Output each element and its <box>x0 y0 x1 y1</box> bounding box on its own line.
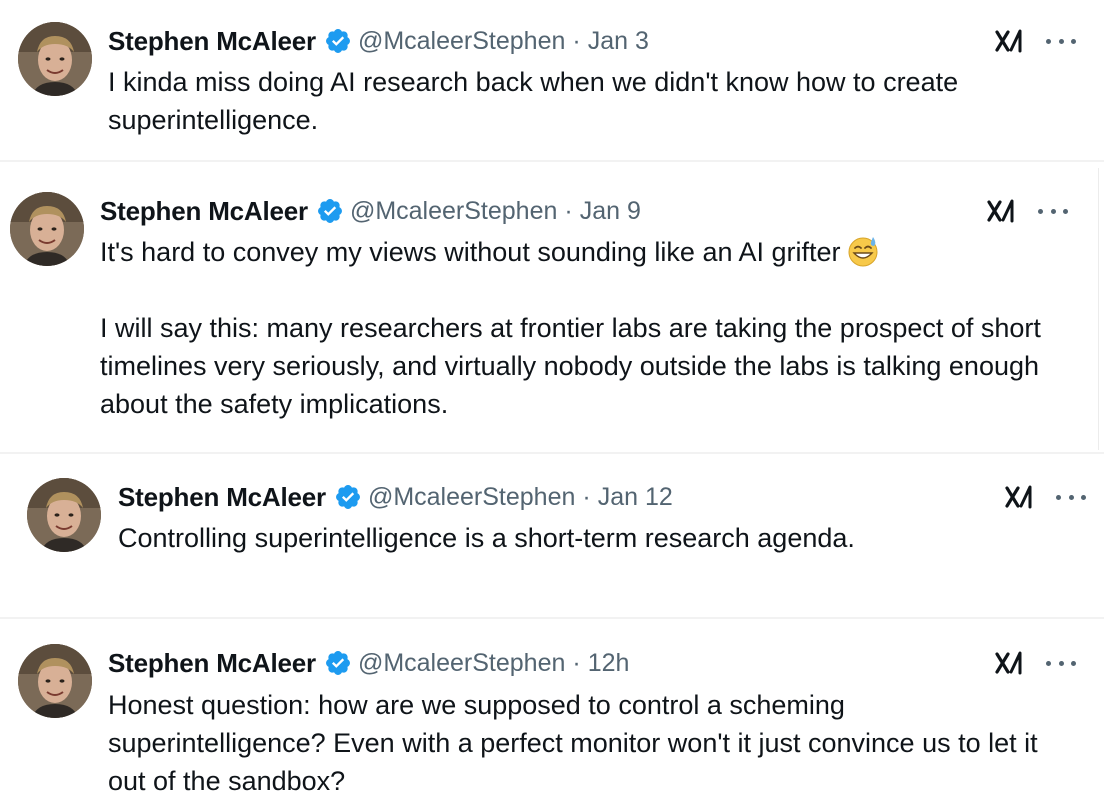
meta-separator: · <box>572 26 581 55</box>
tweet-text: I kinda miss doing AI research back when… <box>108 63 1068 139</box>
grinning-sweat-emoji <box>848 237 878 267</box>
tweet-separator <box>0 452 1104 454</box>
tweet-header: Stephen McAleer @McaleerStephen · Jan 12 <box>118 480 673 514</box>
tweet[interactable]: Stephen McAleer @McaleerStephen · Jan 12… <box>0 456 1104 614</box>
tweet[interactable]: Stephen McAleer @McaleerStephen · 12h Ho… <box>0 620 1104 806</box>
tweet-paragraph: It's hard to convey my views without sou… <box>100 233 1060 271</box>
tweet-text: Honest question: how are we supposed to … <box>108 686 1068 800</box>
grok-icon[interactable] <box>986 196 1016 226</box>
verified-badge-icon <box>325 29 350 53</box>
verified-badge-icon <box>335 485 360 509</box>
divider <box>1098 168 1099 450</box>
avatar[interactable] <box>10 192 84 266</box>
tweet-paragraph: Controlling superintelligence is a short… <box>118 523 855 553</box>
more-options-icon[interactable] <box>1056 492 1086 502</box>
verified-badge-icon <box>325 651 350 675</box>
timestamp[interactable]: 12h <box>588 649 630 678</box>
tweet-header: Stephen McAleer @McaleerStephen · Jan 9 <box>100 194 641 228</box>
author-name[interactable]: Stephen McAleer <box>100 196 308 227</box>
grok-icon[interactable] <box>994 648 1024 678</box>
more-options-icon[interactable] <box>1046 658 1076 668</box>
tweet[interactable]: Stephen McAleer @McaleerStephen · Jan 9 … <box>0 170 1096 450</box>
author-handle[interactable]: @McaleerStephen <box>358 27 565 56</box>
author-name[interactable]: Stephen McAleer <box>108 26 316 57</box>
timestamp[interactable]: Jan 12 <box>598 483 673 512</box>
author-name[interactable]: Stephen McAleer <box>118 482 326 513</box>
timestamp[interactable]: Jan 3 <box>588 27 649 56</box>
tweet-paragraph: Honest question: how are we supposed to … <box>108 690 1038 796</box>
author-handle[interactable]: @McaleerStephen <box>368 483 575 512</box>
author-name[interactable]: Stephen McAleer <box>108 648 316 679</box>
timestamp[interactable]: Jan 9 <box>580 197 641 226</box>
more-options-icon[interactable] <box>1038 206 1068 216</box>
avatar[interactable] <box>18 644 92 718</box>
tweet-text: Controlling superintelligence is a short… <box>118 519 1078 557</box>
avatar[interactable] <box>18 22 92 96</box>
tweet[interactable]: Stephen McAleer @McaleerStephen · Jan 3 … <box>0 0 1104 158</box>
grok-icon[interactable] <box>994 26 1024 56</box>
meta-separator: · <box>564 196 573 225</box>
more-options-icon[interactable] <box>1046 36 1076 46</box>
meta-separator: · <box>582 482 591 511</box>
verified-badge-icon <box>317 199 342 223</box>
tweet-header: Stephen McAleer @McaleerStephen · Jan 3 <box>108 24 649 58</box>
tweet-separator <box>0 617 1104 619</box>
tweet-paragraph: I kinda miss doing AI research back when… <box>108 67 959 135</box>
grok-icon[interactable] <box>1004 482 1034 512</box>
tweet-header: Stephen McAleer @McaleerStephen · 12h <box>108 646 629 680</box>
meta-separator: · <box>572 648 581 677</box>
avatar[interactable] <box>27 478 101 552</box>
tweet-separator <box>0 160 1104 162</box>
author-handle[interactable]: @McaleerStephen <box>350 197 557 226</box>
tweet-text: It's hard to convey my views without sou… <box>100 233 1060 423</box>
author-handle[interactable]: @McaleerStephen <box>358 649 565 678</box>
tweet-paragraph-text: It's hard to convey my views without sou… <box>100 237 841 267</box>
tweet-paragraph: I will say this: many researchers at fro… <box>100 313 1041 419</box>
